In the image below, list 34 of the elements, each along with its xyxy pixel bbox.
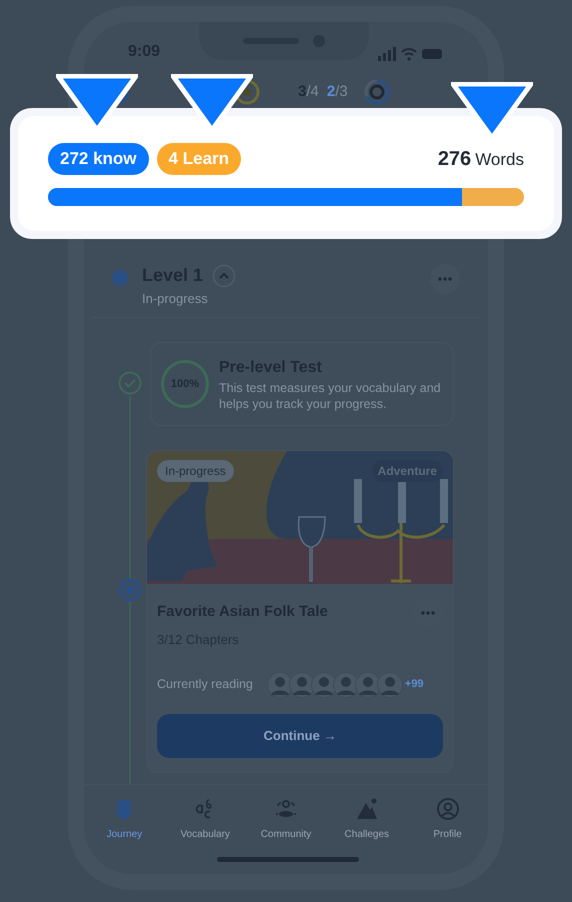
learn-badge: 4 Learn (156, 143, 242, 175)
more-button[interactable] (430, 264, 460, 294)
reader-avatar-icon (376, 672, 403, 698)
status-badge: In-progress (157, 460, 234, 482)
profile-icon (436, 797, 460, 821)
reader-avatar-icon (288, 672, 315, 698)
battery-icon (422, 48, 444, 60)
chevron-up-icon (219, 272, 230, 279)
tab-item[interactable]: Profile (412, 797, 484, 874)
reader-count: +99 (404, 677, 424, 692)
signal-icon (378, 47, 396, 61)
tab-item[interactable]: Challeges (330, 797, 403, 874)
word-total: 276 (438, 147, 472, 172)
tab-item[interactable]: Journey (88, 797, 160, 874)
progress-count: 2/3 (326, 82, 348, 102)
level-status: In-progress (142, 290, 209, 308)
reader-avatar-icon (332, 672, 359, 698)
wifi-icon (401, 47, 417, 61)
reader-avatar-icon (266, 672, 293, 698)
reading-label: Currently reading (157, 676, 253, 694)
mountain-icon (354, 797, 379, 821)
reader-avatar-icon (310, 672, 337, 698)
more-icon (421, 611, 435, 615)
tab-item[interactable]: Community (250, 797, 322, 874)
more-icon (438, 277, 452, 281)
continue-button[interactable]: Continue → (157, 714, 443, 758)
tab-item[interactable]: Vocabulary (169, 797, 242, 874)
progress-ring-icon (364, 79, 390, 105)
current-step-icon (118, 578, 142, 602)
reader-avatar-icon (354, 672, 381, 698)
known-badge: 272 know (48, 143, 149, 175)
words-label: Words (475, 149, 524, 171)
test-description: This test measures your vocabulary and helps you track your progress. (219, 380, 442, 412)
collapse-button[interactable] (213, 264, 236, 286)
